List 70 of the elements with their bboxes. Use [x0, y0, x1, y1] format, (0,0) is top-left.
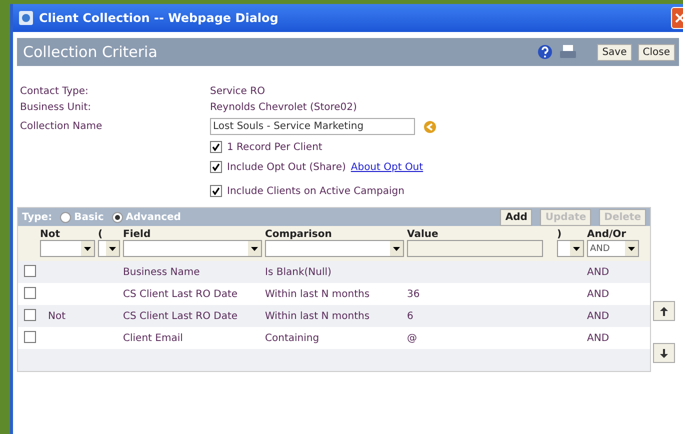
column-header: Comparison	[265, 229, 333, 240]
comparison-dropdown[interactable]	[265, 240, 404, 257]
table-cell-text: Not	[47, 310, 66, 322]
collection-name-field[interactable]: Lost Souls - Service Marketing	[210, 118, 415, 135]
window-title: Client Collection -- Webpage Dialog	[39, 11, 280, 25]
checkbox[interactable]	[210, 161, 222, 173]
checkbox[interactable]	[210, 185, 222, 197]
checkbox[interactable]	[24, 308, 36, 320]
table-cell: Business Name	[123, 266, 200, 278]
table-cell: Containing	[265, 332, 320, 344]
field-dropdown[interactable]	[123, 240, 262, 257]
move-down-button[interactable]	[653, 343, 675, 363]
dropdown-value: AND	[590, 244, 610, 254]
option-label: Include Clients on Active Campaign	[227, 186, 404, 196]
caret-icon	[248, 241, 261, 256]
field-value: Service RO	[210, 86, 266, 97]
move-up-button[interactable]	[653, 301, 675, 321]
column-header: (	[98, 229, 104, 240]
field-label: Contact Type:	[20, 86, 90, 97]
browser-icon	[19, 11, 33, 25]
value-field[interactable]	[407, 240, 543, 257]
up-arrow-icon	[660, 306, 668, 316]
column-header: Not	[40, 229, 62, 240]
table-cell: AND	[587, 288, 610, 300]
column-header: )	[557, 229, 563, 240]
table-cell: Is Blank(Null)	[265, 266, 332, 278]
radio-button[interactable]	[112, 212, 123, 222]
checkbox[interactable]	[24, 264, 36, 276]
paren-dropdown[interactable]	[98, 240, 120, 257]
caret-icon	[390, 241, 403, 256]
radio-button[interactable]	[60, 212, 72, 222]
section-title: Collection Criteria	[23, 43, 158, 61]
table-cell: CS Client Last RO Date	[123, 288, 238, 300]
header-button[interactable]: Close	[638, 44, 675, 60]
grid-button[interactable]: Add	[500, 208, 532, 226]
caret-icon	[106, 241, 119, 256]
field-label: Business Unit:	[20, 102, 92, 113]
column-header: Field	[123, 229, 152, 240]
help-icon[interactable]	[537, 44, 554, 60]
radio-label: Advanced	[126, 212, 181, 222]
table-cell: 36	[407, 288, 420, 300]
option-label: Include Opt Out (Share)	[227, 162, 346, 172]
table-cell: CS Client Last RO Date	[123, 310, 238, 322]
printer-icon[interactable]	[559, 44, 578, 60]
table-cell: Client Email	[123, 332, 183, 344]
table-cell: AND	[587, 310, 610, 322]
column-header: And/Or	[587, 229, 628, 240]
table-cell: Within last N months	[265, 310, 370, 322]
table-cell: @	[407, 332, 417, 344]
caret-icon	[570, 241, 583, 256]
field-value: Reynolds Chevrolet (Store02)	[210, 102, 358, 113]
checkbox[interactable]	[210, 141, 222, 153]
field-label: Collection Name	[20, 121, 104, 132]
paren-dropdown[interactable]	[557, 240, 584, 257]
table-cell: Within last N months	[265, 288, 370, 300]
type-label: Type:	[22, 212, 52, 222]
table-cell: AND	[587, 332, 610, 344]
caret-icon	[625, 241, 638, 256]
table-cell: 6	[407, 310, 414, 322]
and-or-dropdown[interactable]: AND	[587, 240, 639, 257]
down-arrow-icon	[660, 348, 668, 358]
caret-icon	[81, 241, 94, 256]
table-cell: AND	[587, 266, 610, 278]
column-header: Value	[407, 229, 440, 240]
option-label: 1 Record Per Client	[227, 142, 322, 152]
checkbox[interactable]	[24, 330, 36, 342]
header-button[interactable]: Save	[597, 44, 632, 60]
about-link[interactable]: About Opt Out	[350, 162, 424, 172]
checkbox[interactable]	[24, 286, 36, 298]
radio-label: Basic	[74, 212, 104, 222]
